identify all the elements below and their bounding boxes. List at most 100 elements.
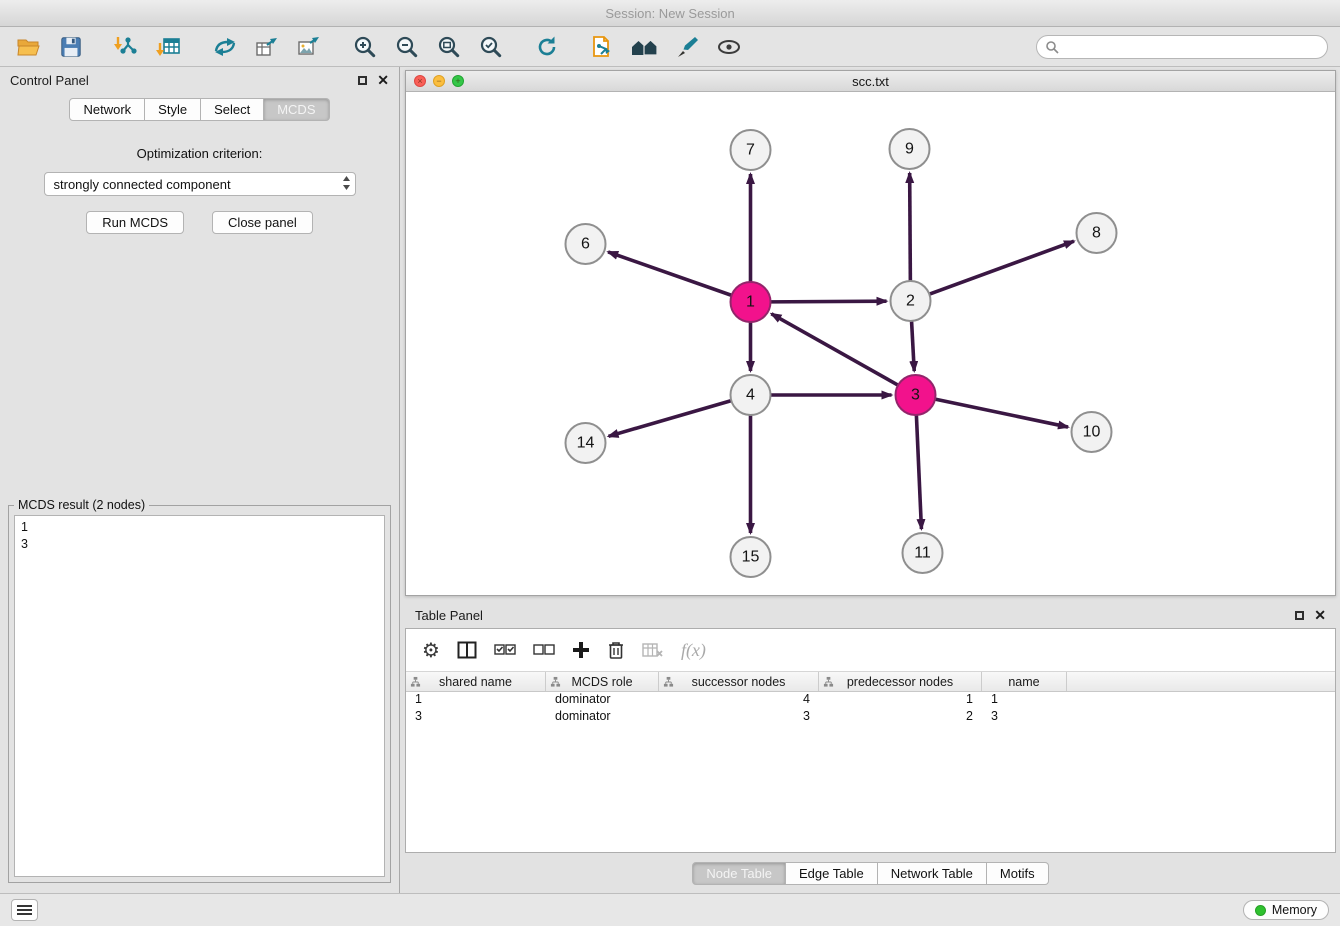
table-row[interactable]: 1dominator411	[406, 692, 1335, 709]
column-header-predecessor-nodes[interactable]: predecessor nodes	[819, 672, 982, 691]
open-session-icon[interactable]	[12, 32, 46, 62]
network-window-titlebar: scc.txt × − +	[406, 71, 1335, 92]
delete-column-icon[interactable]	[607, 640, 625, 660]
tab-network[interactable]: Network	[69, 98, 145, 121]
minimize-window-icon[interactable]: −	[433, 75, 445, 87]
shuffle-network-icon[interactable]	[208, 32, 242, 62]
graph-node-6[interactable]: 6	[566, 224, 606, 264]
criterion-value: strongly connected component	[54, 177, 231, 192]
graph-node-11[interactable]: 11	[903, 533, 943, 573]
table-cell[interactable]: 3	[406, 709, 546, 726]
import-table-icon[interactable]	[152, 32, 186, 62]
graph-node-4[interactable]: 4	[731, 375, 771, 415]
show-hide-eye-icon[interactable]	[712, 32, 746, 62]
graph-node-10[interactable]: 10	[1072, 412, 1112, 452]
table-cell[interactable]: 2	[819, 709, 982, 726]
style-tool-icon[interactable]	[670, 32, 704, 62]
table-cell[interactable]: 3	[659, 709, 819, 726]
result-item[interactable]: 1	[21, 519, 378, 536]
table-cell[interactable]: dominator	[546, 709, 659, 726]
table-cell[interactable]: 1	[982, 692, 1067, 709]
close-panel-icon[interactable]: ✕	[377, 75, 389, 85]
tab-network-table[interactable]: Network Table	[878, 862, 987, 885]
result-item[interactable]: 3	[21, 536, 378, 553]
export-network-icon[interactable]	[250, 32, 284, 62]
svg-text:14: 14	[577, 435, 595, 452]
close-panel-button[interactable]: Close panel	[212, 211, 313, 234]
table-cell[interactable]: 4	[659, 692, 819, 709]
graph-node-7[interactable]: 7	[731, 130, 771, 170]
float-panel-icon[interactable]	[358, 76, 367, 85]
add-column-icon[interactable]	[572, 641, 590, 659]
search-field[interactable]	[1036, 35, 1328, 59]
network-canvas[interactable]: 7 9 6 8 1 2 4 3 10 14 15 11	[406, 92, 1335, 595]
memory-button[interactable]: Memory	[1243, 900, 1329, 920]
tab-mcds[interactable]: MCDS	[264, 98, 329, 121]
svg-text:2: 2	[906, 293, 915, 310]
home-neighbors-icon[interactable]	[628, 32, 662, 62]
close-window-icon[interactable]: ×	[414, 75, 426, 87]
graph-edge-4-14[interactable]	[609, 401, 732, 437]
settings-gear-icon[interactable]: ⚙	[422, 638, 440, 662]
graph-node-14[interactable]: 14	[566, 423, 606, 463]
table-column-headers: shared name MCDS role successor nodes	[406, 671, 1335, 692]
table-cell[interactable]: 1	[819, 692, 982, 709]
zoom-window-icon[interactable]: +	[452, 75, 464, 87]
graph-edge-3-1[interactable]	[771, 314, 898, 385]
graph-edge-2-9[interactable]	[910, 173, 911, 281]
close-table-panel-icon[interactable]: ✕	[1314, 610, 1326, 620]
graph-edge-2-3[interactable]	[912, 321, 915, 371]
save-session-icon[interactable]	[54, 32, 88, 62]
graph-node-8[interactable]: 8	[1077, 213, 1117, 253]
refresh-icon[interactable]	[530, 32, 564, 62]
graph-node-1[interactable]: 1	[731, 282, 771, 322]
graph-edge-2-8[interactable]	[929, 241, 1074, 294]
tab-style[interactable]: Style	[145, 98, 201, 121]
table-cell[interactable]: 1	[406, 692, 546, 709]
deselect-all-icon[interactable]	[533, 643, 555, 657]
tab-select[interactable]: Select	[201, 98, 264, 121]
graph-edge-1-6[interactable]	[608, 252, 731, 295]
svg-text:9: 9	[905, 141, 914, 158]
column-header-successor-nodes[interactable]: successor nodes	[659, 672, 819, 691]
column-layout-icon[interactable]	[457, 641, 477, 659]
table-body[interactable]: 1dominator4113dominator323	[406, 692, 1335, 726]
tab-motifs[interactable]: Motifs	[987, 862, 1049, 885]
table-row[interactable]: 3dominator323	[406, 709, 1335, 726]
optimization-criterion-label: Optimization criterion:	[137, 146, 263, 161]
table-cell[interactable]: 3	[982, 709, 1067, 726]
tab-node-table[interactable]: Node Table	[692, 862, 786, 885]
zoom-selected-icon[interactable]	[474, 32, 508, 62]
column-header-shared-name[interactable]: shared name	[406, 672, 546, 691]
clone-network-icon[interactable]	[586, 32, 620, 62]
column-header-mcds-role[interactable]: MCDS role	[546, 672, 659, 691]
tab-edge-table[interactable]: Edge Table	[786, 862, 878, 885]
graph-node-15[interactable]: 15	[731, 537, 771, 577]
import-network-icon[interactable]	[110, 32, 144, 62]
graph-edge-3-10[interactable]	[935, 399, 1068, 427]
task-history-icon[interactable]	[11, 899, 38, 921]
graph-edge-3-11[interactable]	[916, 415, 921, 529]
mcds-result-groupbox: MCDS result (2 nodes) 13	[8, 505, 391, 883]
zoom-out-icon[interactable]	[390, 32, 424, 62]
graph-node-9[interactable]: 9	[890, 129, 930, 169]
graph-node-2[interactable]: 2	[891, 281, 931, 321]
graph-node-3[interactable]: 3	[896, 375, 936, 415]
control-panel-title: Control Panel	[10, 73, 89, 88]
svg-text:11: 11	[914, 545, 931, 562]
criterion-dropdown[interactable]: strongly connected component	[44, 172, 356, 196]
export-image-icon[interactable]	[292, 32, 326, 62]
float-table-panel-icon[interactable]	[1295, 611, 1304, 620]
column-header-name[interactable]: name	[982, 672, 1067, 691]
main-toolbar	[0, 27, 1340, 67]
zoom-fit-icon[interactable]	[432, 32, 466, 62]
mcds-result-list[interactable]: 13	[14, 515, 385, 877]
network-graph[interactable]: 7 9 6 8 1 2 4 3 10 14 15 11	[406, 92, 1335, 595]
run-mcds-button[interactable]: Run MCDS	[86, 211, 184, 234]
zoom-in-icon[interactable]	[348, 32, 382, 62]
graph-edge-1-2[interactable]	[770, 301, 886, 302]
select-all-icon[interactable]	[494, 643, 516, 657]
table-cell[interactable]: dominator	[546, 692, 659, 709]
search-input[interactable]	[1059, 39, 1319, 54]
svg-text:15: 15	[742, 549, 760, 566]
